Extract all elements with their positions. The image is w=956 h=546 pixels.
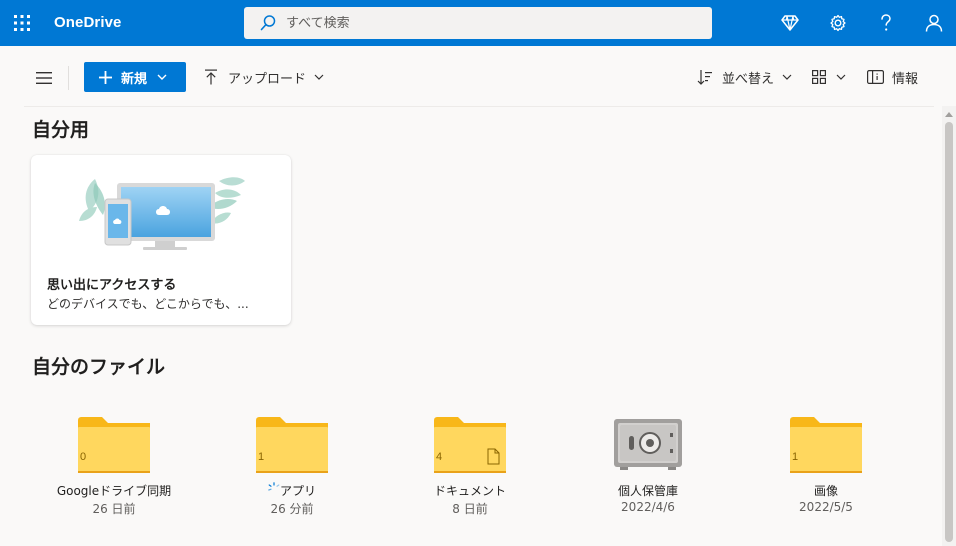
- vertical-scrollbar[interactable]: [942, 106, 956, 546]
- sort-icon: [697, 69, 713, 85]
- folder-item[interactable]: 4 ドキュメント 8 日前: [388, 405, 548, 525]
- card-title: 思い出にアクセスする: [47, 278, 177, 293]
- command-separator: [68, 66, 69, 90]
- file-modified: 26 日前: [92, 502, 136, 516]
- upload-label: アップロード: [228, 71, 307, 87]
- account-icon[interactable]: [919, 8, 949, 38]
- vault-icon: [610, 413, 686, 473]
- help-icon[interactable]: [871, 8, 901, 38]
- command-bar: 新規 アップロード 並べ替え 情報: [24, 56, 932, 100]
- scroll-thumb[interactable]: [945, 122, 953, 542]
- devices-illustration: [79, 171, 247, 255]
- file-modified: 26 分前: [270, 502, 314, 516]
- hamburger-icon[interactable]: [32, 66, 56, 90]
- item-count: 0: [80, 451, 87, 463]
- upload-arrow-icon: [204, 69, 218, 85]
- upload-button[interactable]: アップロード: [204, 62, 324, 92]
- new-button-label: 新規: [121, 71, 148, 87]
- command-bar-divider: [24, 106, 934, 107]
- file-name: アプリ: [279, 484, 316, 498]
- top-bar: OneDrive: [0, 0, 956, 46]
- folder-item[interactable]: 1 画像 2022/5/5: [744, 405, 904, 525]
- info-button[interactable]: 情報: [867, 62, 918, 92]
- folder-icon: [76, 413, 152, 473]
- plus-icon: [98, 70, 112, 84]
- file-name: Googleドライブ同期: [56, 484, 172, 498]
- app-title[interactable]: OneDrive: [54, 14, 122, 31]
- folder-item[interactable]: 1 アプリ 26 分前: [210, 405, 370, 525]
- chevron-down-icon: [157, 74, 167, 80]
- chevron-down-icon: [782, 74, 792, 80]
- search-box[interactable]: [244, 7, 712, 39]
- chevron-down-icon: [836, 74, 846, 80]
- view-grid-icon: [812, 70, 826, 84]
- app-launcher-icon[interactable]: [8, 8, 36, 38]
- item-count: 1: [258, 451, 265, 463]
- item-count: 1: [792, 451, 799, 463]
- view-options-button[interactable]: [812, 62, 846, 92]
- file-name: ドキュメント: [433, 484, 506, 498]
- scroll-up-arrow-icon[interactable]: [945, 112, 953, 117]
- info-pane-icon: [867, 70, 884, 84]
- new-button[interactable]: 新規: [84, 62, 186, 92]
- folder-icon: [788, 413, 864, 473]
- search-input[interactable]: [286, 15, 686, 31]
- file-name: 画像: [813, 484, 838, 498]
- card-description: どのデバイスでも、どこからでも、...: [47, 297, 249, 311]
- settings-gear-icon[interactable]: [823, 8, 853, 38]
- file-modified: 8 日前: [452, 502, 488, 516]
- folder-icon: [432, 413, 508, 473]
- file-name: 個人保管庫: [617, 484, 678, 498]
- sort-button[interactable]: 並べ替え: [697, 62, 792, 92]
- chevron-down-icon: [314, 74, 324, 80]
- syncing-spinner-icon: [268, 482, 280, 497]
- premium-diamond-icon[interactable]: [775, 8, 805, 38]
- file-modified: 2022/4/6: [621, 500, 675, 514]
- personal-vault-item[interactable]: 個人保管庫 2022/4/6: [566, 405, 726, 525]
- section-title-my-files: 自分のファイル: [32, 356, 166, 378]
- file-modified: 2022/5/5: [799, 500, 853, 514]
- file-name-row: アプリ: [210, 482, 374, 499]
- sort-label: 並べ替え: [722, 71, 775, 87]
- info-label: 情報: [892, 71, 919, 87]
- folder-icon: [254, 413, 330, 473]
- folder-item[interactable]: 0 Googleドライブ同期 26 日前: [32, 405, 192, 525]
- search-icon: [258, 13, 278, 33]
- memories-card[interactable]: 思い出にアクセスする どのデバイスでも、どこからでも、...: [31, 155, 291, 325]
- section-title-for-you: 自分用: [32, 119, 90, 141]
- item-count: 4: [436, 451, 443, 463]
